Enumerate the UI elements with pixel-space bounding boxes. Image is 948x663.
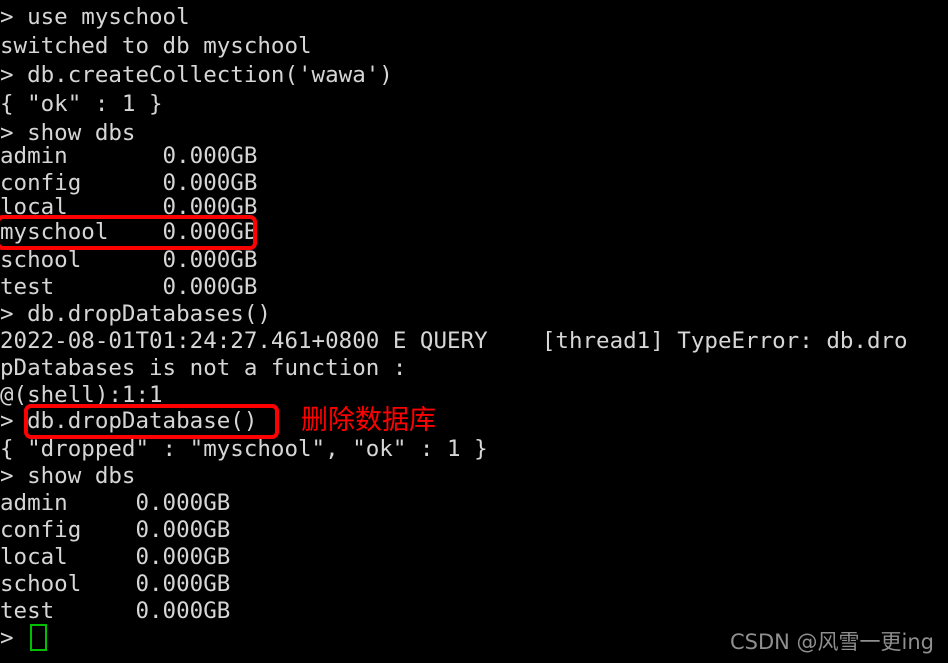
terminal-line-error-loc: @(shell):1:1 bbox=[0, 382, 163, 408]
terminal-prompt-line: > bbox=[0, 625, 28, 651]
terminal-line-error: 2022-08-01T01:24:27.461+0800 E QUERY [th… bbox=[0, 328, 908, 354]
terminal-line: > db.dropDatabases() bbox=[0, 301, 271, 327]
terminal-line-db-myschool: myschool 0.000GB bbox=[0, 219, 258, 245]
terminal-line-db-school: school 0.000GB bbox=[0, 247, 258, 273]
terminal-line-db-admin2: admin 0.000GB bbox=[0, 490, 231, 516]
terminal-line-db-config2: config 0.000GB bbox=[0, 517, 231, 543]
terminal-line-db-local2: local 0.000GB bbox=[0, 544, 231, 570]
terminal-line-drop-db-cmd: > db.dropDatabase() bbox=[0, 408, 258, 434]
terminal-line-error-cont: pDatabases is not a function : bbox=[0, 355, 407, 381]
terminal-line-db-admin: admin 0.000GB bbox=[0, 143, 258, 169]
terminal-screenshot: > use myschool switched to db myschool >… bbox=[0, 0, 948, 663]
terminal-line: switched to db myschool bbox=[0, 33, 312, 59]
annotation-label-drop-database: 删除数据库 bbox=[301, 405, 436, 436]
terminal-line-db-test2: test 0.000GB bbox=[0, 598, 231, 624]
terminal-line-drop-result: { "dropped" : "myschool", "ok" : 1 } bbox=[0, 436, 488, 462]
terminal-line: > show dbs bbox=[0, 463, 136, 489]
terminal-cursor bbox=[30, 624, 47, 651]
terminal-line: { "ok" : 1 } bbox=[0, 91, 163, 117]
terminal-line-db-test: test 0.000GB bbox=[0, 274, 258, 300]
watermark: CSDN @风雪一更ing bbox=[729, 630, 934, 654]
terminal-line: > db.createCollection('wawa') bbox=[0, 62, 393, 88]
terminal-line-db-school2: school 0.000GB bbox=[0, 571, 231, 597]
terminal-line: > use myschool bbox=[0, 4, 190, 30]
terminal-output-area[interactable]: > use myschool switched to db myschool >… bbox=[0, 0, 948, 663]
